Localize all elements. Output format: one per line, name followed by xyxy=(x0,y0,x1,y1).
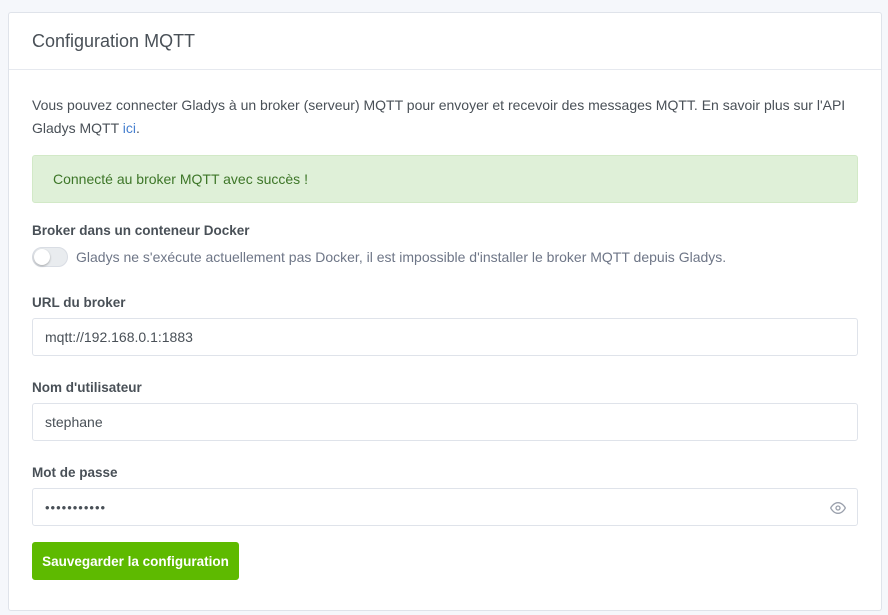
url-input[interactable]: mqtt://192.168.0.1:1883 xyxy=(32,318,858,356)
password-label: Mot de passe xyxy=(32,465,118,480)
eye-icon[interactable] xyxy=(830,500,846,516)
username-value: stephane xyxy=(45,414,103,430)
success-alert: Connecté au broker MQTT avec succès ! xyxy=(32,155,858,203)
password-input[interactable]: ••••••••••• xyxy=(32,488,858,526)
username-label: Nom d'utilisateur xyxy=(32,380,142,395)
card-header: Configuration MQTT xyxy=(9,13,881,70)
intro-text: Vous pouvez connecter Gladys à un broker… xyxy=(32,94,862,140)
docker-toggle[interactable] xyxy=(32,247,68,267)
username-input[interactable]: stephane xyxy=(32,403,858,441)
url-value: mqtt://192.168.0.1:1883 xyxy=(45,329,193,345)
intro-body: Vous pouvez connecter Gladys à un broker… xyxy=(32,97,846,136)
save-button[interactable]: Sauvegarder la configuration xyxy=(32,542,239,580)
intro-suffix: . xyxy=(136,120,140,136)
docs-link[interactable]: ici xyxy=(123,120,136,136)
docker-label: Broker dans un conteneur Docker xyxy=(32,223,250,238)
alert-text: Connecté au broker MQTT avec succès ! xyxy=(53,171,308,187)
password-value: ••••••••••• xyxy=(45,499,107,515)
toggle-knob xyxy=(34,249,50,265)
docker-description: Gladys ne s'exécute actuellement pas Doc… xyxy=(76,249,727,265)
url-label: URL du broker xyxy=(32,295,126,310)
mqtt-config-card: Configuration MQTT Vous pouvez connecter… xyxy=(8,12,882,611)
docker-toggle-row: Gladys ne s'exécute actuellement pas Doc… xyxy=(32,247,858,267)
page-title: Configuration MQTT xyxy=(32,30,196,51)
card-body: Vous pouvez connecter Gladys à un broker… xyxy=(9,94,881,580)
